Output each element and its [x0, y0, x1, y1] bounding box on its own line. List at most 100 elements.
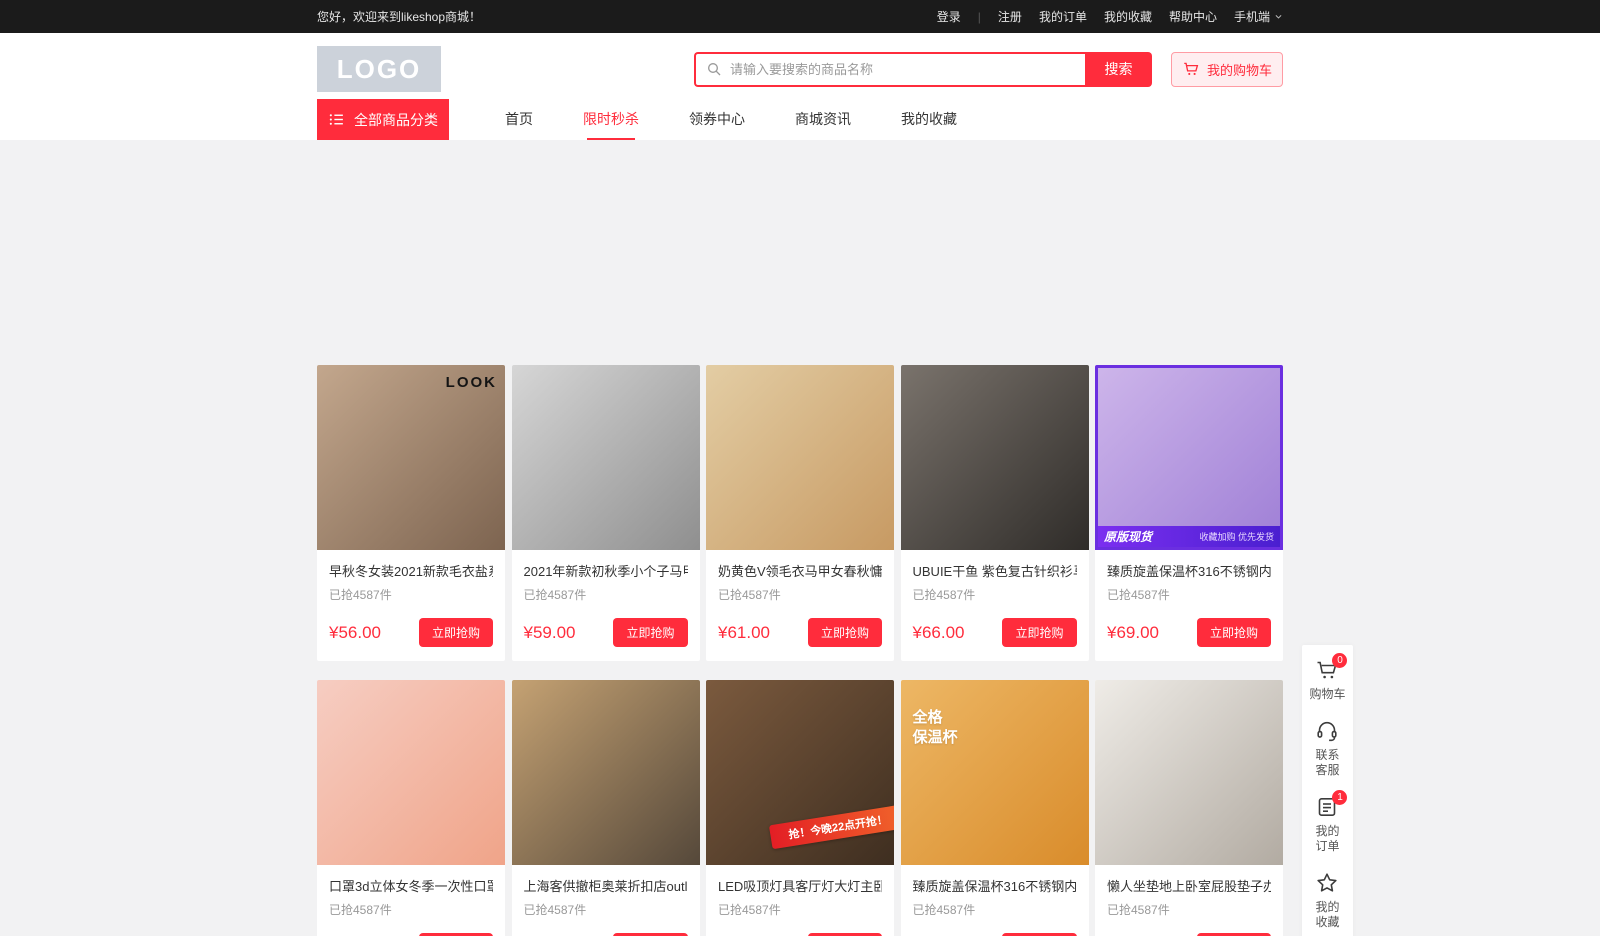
product-image[interactable]	[317, 680, 505, 865]
topbar-links: 登录 | 注册 我的订单 我的收藏 帮助中心 手机端	[937, 8, 1283, 25]
product-card-body: 早秋冬女装2021新款毛衣盐系... 已抢4587件 ¥56.00 立即抢购	[317, 550, 505, 661]
my-favorites-link[interactable]: 我的收藏	[1104, 8, 1152, 25]
floating-sidebar: 0 购物车 联系 客服 1 我的 订单 我的 收藏	[1302, 645, 1353, 936]
buy-now-button[interactable]: 立即抢购	[613, 618, 687, 647]
product-card-body: 臻质旋盖保温杯316不锈钢内胆... 已抢4587件 ¥69.00 立即抢购	[1095, 550, 1283, 661]
product-card[interactable]: 抢！今晚22点开抢！ LED吸顶灯具客厅灯大灯主卧... 已抢4587件 ¥65…	[706, 680, 894, 936]
buy-now-button[interactable]: 立即抢购	[419, 618, 493, 647]
image-look-label: LOOK	[446, 374, 497, 391]
help-center-link[interactable]: 帮助中心	[1169, 8, 1217, 25]
product-image[interactable]	[512, 680, 700, 865]
product-sold-count: 已抢4587件	[913, 586, 1077, 603]
banner-left-label: 原版现货	[1104, 528, 1152, 545]
product-sold-count: 已抢4587件	[718, 901, 882, 918]
float-cart-item[interactable]: 0 购物车	[1309, 658, 1345, 702]
product-card-body: 奶黄色V领毛衣马甲女春秋慵懒... 已抢4587件 ¥61.00 立即抢购	[706, 550, 894, 661]
search-box	[694, 52, 1085, 87]
product-sold-count: 已抢4587件	[329, 901, 493, 918]
product-card-body: LED吸顶灯具客厅灯大灯主卧... 已抢4587件 ¥65.00 立即抢购	[706, 865, 894, 936]
product-card[interactable]: 全格 保温杯 臻质旋盖保温杯316不锈钢内胆... 已抢4587件 ¥29.90…	[901, 680, 1089, 936]
product-title[interactable]: 口罩3d立体女冬季一次性口罩	[329, 876, 493, 895]
product-sold-count: 已抢4587件	[718, 586, 882, 603]
all-categories-button[interactable]: 全部商品分类	[317, 99, 449, 140]
login-link[interactable]: 登录	[937, 8, 961, 25]
star-icon	[1315, 871, 1339, 895]
product-title[interactable]: 臻质旋盖保温杯316不锈钢内胆...	[1107, 561, 1271, 580]
product-card[interactable]: 上海客供撤柜奥莱折扣店outlets 已抢4587件 ¥46.00 立即抢购	[512, 680, 700, 936]
badge-count: 1	[1332, 790, 1347, 805]
headset-icon	[1315, 719, 1339, 743]
product-title[interactable]: 懒人坐垫地上卧室屁股垫子办...	[1107, 876, 1271, 895]
divider: |	[978, 10, 981, 24]
cart-icon	[1182, 60, 1200, 78]
category-list-icon	[328, 111, 345, 128]
product-price: ¥61.00	[718, 623, 770, 643]
product-sold-count: 已抢4587件	[1107, 586, 1271, 603]
product-sold-count: 已抢4587件	[329, 586, 493, 603]
product-title[interactable]: 上海客供撤柜奥莱折扣店outlets	[524, 876, 688, 895]
product-card-body: 上海客供撤柜奥莱折扣店outlets 已抢4587件 ¥46.00 立即抢购	[512, 865, 700, 936]
nav-home[interactable]: 首页	[480, 99, 558, 140]
product-image[interactable]	[512, 365, 700, 550]
register-link[interactable]: 注册	[998, 8, 1022, 25]
product-image[interactable]	[706, 365, 894, 550]
product-title[interactable]: UBUIE干鱼 紫色复古针织衫马...	[913, 561, 1077, 580]
product-card[interactable]: LOOK 早秋冬女装2021新款毛衣盐系... 已抢4587件 ¥56.00 立…	[317, 365, 505, 661]
cart-icon: 0	[1315, 658, 1339, 682]
logo[interactable]: LOGO	[317, 46, 441, 92]
product-card[interactable]: UBUIE干鱼 紫色复古针织衫马... 已抢4587件 ¥66.00 立即抢购	[901, 365, 1089, 661]
my-cart-button[interactable]: 我的购物车	[1171, 52, 1283, 87]
product-sold-count: 已抢4587件	[913, 901, 1077, 918]
nav-mall-news[interactable]: 商城资讯	[770, 99, 876, 140]
product-title[interactable]: 臻质旋盖保温杯316不锈钢内胆...	[913, 876, 1077, 895]
product-price: ¥69.00	[1107, 623, 1159, 643]
badge-count: 0	[1332, 653, 1347, 668]
float-item-label: 我的 订单	[1315, 824, 1339, 854]
float-item-label: 我的 收藏	[1315, 900, 1339, 930]
product-card-body: 懒人坐垫地上卧室屁股垫子办... 已抢4587件 ¥19.90 立即抢购	[1095, 865, 1283, 936]
main-nav: 全部商品分类 首页 限时秒杀 领券中心 商城资讯 我的收藏	[317, 99, 1283, 140]
mobile-version-label: 手机端	[1234, 8, 1270, 25]
product-price: ¥59.00	[524, 623, 576, 643]
float-orders-item[interactable]: 1 我的 订单	[1315, 795, 1339, 854]
float-item-label: 购物车	[1309, 687, 1345, 702]
product-image[interactable]: 抢！今晚22点开抢！	[706, 680, 894, 865]
product-title[interactable]: 奶黄色V领毛衣马甲女春秋慵懒...	[718, 561, 882, 580]
search-input[interactable]	[730, 62, 1075, 77]
my-cart-label: 我的购物车	[1207, 60, 1272, 79]
header: LOGO 搜索 我的购物车	[0, 33, 1600, 140]
buy-now-button[interactable]: 立即抢购	[1002, 618, 1076, 647]
product-title[interactable]: 早秋冬女装2021新款毛衣盐系...	[329, 561, 493, 580]
product-sold-count: 已抢4587件	[1107, 901, 1271, 918]
product-sold-count: 已抢4587件	[524, 901, 688, 918]
product-card[interactable]: 口罩3d立体女冬季一次性口罩 已抢4587件 ¥10.00 立即抢购	[317, 680, 505, 936]
search-button[interactable]: 搜索	[1085, 52, 1152, 87]
product-title[interactable]: 2021年新款初秋季小个子马甲...	[524, 561, 688, 580]
product-title[interactable]: LED吸顶灯具客厅灯大灯主卧...	[718, 876, 882, 895]
my-orders-link[interactable]: 我的订单	[1039, 8, 1087, 25]
product-card[interactable]: 2021年新款初秋季小个子马甲... 已抢4587件 ¥59.00 立即抢购	[512, 365, 700, 661]
chevron-down-icon	[1274, 12, 1283, 21]
mobile-version-link[interactable]: 手机端	[1234, 8, 1283, 25]
float-favorites-item[interactable]: 我的 收藏	[1315, 871, 1339, 930]
product-card-body: 2021年新款初秋季小个子马甲... 已抢4587件 ¥59.00 立即抢购	[512, 550, 700, 661]
product-card-body: UBUIE干鱼 紫色复古针织衫马... 已抢4587件 ¥66.00 立即抢购	[901, 550, 1089, 661]
float-service-item[interactable]: 联系 客服	[1315, 719, 1339, 778]
page-content: LOOK 早秋冬女装2021新款毛衣盐系... 已抢4587件 ¥56.00 立…	[0, 140, 1600, 936]
welcome-text: 您好，欢迎来到likeshop商城！	[317, 8, 481, 25]
buy-now-button[interactable]: 立即抢购	[1197, 618, 1271, 647]
nav-flash-sale[interactable]: 限时秒杀	[558, 99, 664, 140]
product-image[interactable]: 原版现货 收藏加购 优先发货	[1095, 365, 1283, 550]
topbar: 您好，欢迎来到likeshop商城！ 登录 | 注册 我的订单 我的收藏 帮助中…	[0, 0, 1600, 33]
product-image[interactable]	[1095, 680, 1283, 865]
nav-coupon-center[interactable]: 领券中心	[664, 99, 770, 140]
nav-my-favorites[interactable]: 我的收藏	[876, 99, 982, 140]
product-card[interactable]: 懒人坐垫地上卧室屁股垫子办... 已抢4587件 ¥19.90 立即抢购	[1095, 680, 1283, 936]
product-image[interactable]: 全格 保温杯	[901, 680, 1089, 865]
product-card[interactable]: 原版现货 收藏加购 优先发货 臻质旋盖保温杯316不锈钢内胆... 已抢4587…	[1095, 365, 1283, 661]
product-card-body: 口罩3d立体女冬季一次性口罩 已抢4587件 ¥10.00 立即抢购	[317, 865, 505, 936]
buy-now-button[interactable]: 立即抢购	[808, 618, 882, 647]
product-image[interactable]	[901, 365, 1089, 550]
product-image[interactable]: LOOK	[317, 365, 505, 550]
product-card[interactable]: 奶黄色V领毛衣马甲女春秋慵懒... 已抢4587件 ¥61.00 立即抢购	[706, 365, 894, 661]
